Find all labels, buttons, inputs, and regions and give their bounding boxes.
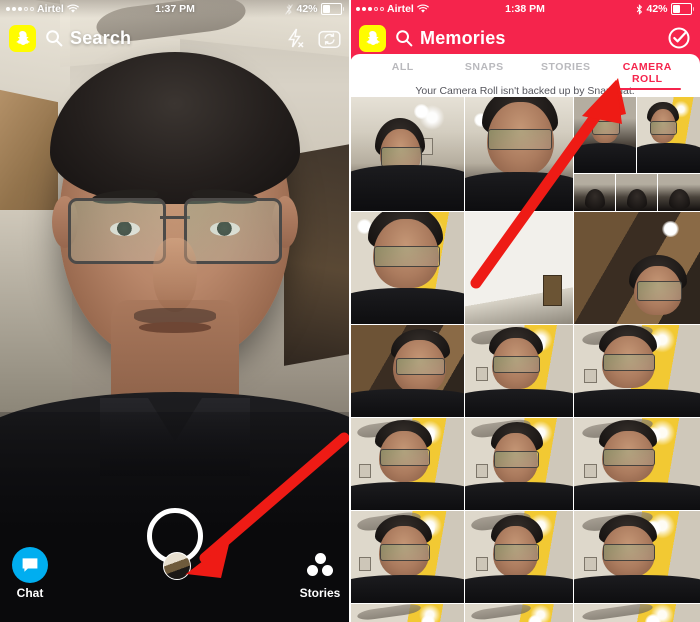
grid-item[interactable] [465,97,573,211]
grid-item[interactable] [616,174,657,211]
photo-thumbnail [574,174,615,211]
ghost-glyph [366,30,380,45]
grid-item[interactable] [658,174,700,211]
memories-app-bar: Memories [350,18,700,58]
photo-thumbnail [574,604,700,622]
grid-item[interactable] [350,418,464,510]
grid-item[interactable] [350,97,464,211]
wall-wood-panel [284,144,350,366]
page-title: Memories [420,27,506,48]
status-bar-time: 1:38 PM [505,3,545,15]
status-bar: Airtel 1:38 PM 42% [350,0,700,18]
camera-controls [286,28,341,49]
check-circle-glyph [668,27,690,49]
photo-thumbnail [465,97,573,211]
grid-item[interactable] [574,325,700,417]
snapchat-ghost-icon[interactable] [9,24,36,52]
grid-item[interactable] [350,604,464,622]
left-phone-panel: Airtel 1:37 PM 42% Search Chat Stories [0,0,350,622]
photo-thumbnail [465,604,573,622]
photo-thumbnail [465,212,573,324]
grid-item[interactable] [574,212,700,324]
camera-flip-icon[interactable] [318,28,341,49]
photo-thumbnail [465,418,573,510]
status-bar-time: 1:37 PM [155,3,195,15]
selfie-nose [153,238,197,312]
grid-item[interactable] [350,511,464,603]
camera-app-bar: Search [0,18,350,58]
snapchat-ghost-icon[interactable] [359,24,386,52]
photo-thumbnail [465,325,573,417]
check-circle-icon[interactable] [667,26,691,50]
photo-thumbnail [658,174,700,211]
right-phone-panel: Airtel 1:38 PM 42% Memories ALL SNAPS ST… [350,0,700,622]
tab-snaps[interactable]: SNAPS [444,61,526,78]
grid-item[interactable] [574,97,636,173]
eyeglass-lens [68,198,166,264]
search-label: Search [70,27,132,48]
photo-thumbnail [637,97,700,173]
grid-item[interactable] [350,325,464,417]
memories-thumbnail-button[interactable] [163,552,191,580]
search-button[interactable]: Search [45,28,131,49]
search-icon [396,30,413,47]
grid-item[interactable] [465,604,573,622]
panel-divider [349,0,351,622]
photo-thumbnail [574,212,700,324]
photo-thumbnail [350,511,464,603]
eyeglass-lens [184,198,282,264]
grid-item[interactable] [574,418,700,510]
grid-item[interactable] [465,418,573,510]
memories-search-button[interactable]: Memories [395,28,506,49]
stories-dots-icon [307,553,333,577]
photo-thumbnail [616,174,657,211]
grid-item[interactable] [465,325,573,417]
search-icon [46,30,63,47]
grid-item[interactable] [350,212,464,324]
photo-thumbnail [574,511,700,603]
stories-label: Stories [299,586,341,600]
status-bar: Airtel 1:37 PM 42% [0,0,350,18]
tab-stories[interactable]: STORIES [525,61,607,78]
grid-item[interactable] [574,511,700,603]
photo-thumbnail [350,212,464,324]
camera-flip-glyph [318,30,341,48]
photo-thumbnail [465,511,573,603]
memories-actions [667,26,691,50]
grid-item[interactable] [574,604,700,622]
photo-thumbnail [574,418,700,510]
chat-bubble-icon [22,557,38,572]
photo-thumbnail [350,97,464,211]
photo-thumbnail [350,604,464,622]
grid-item[interactable] [465,212,573,324]
photo-thumbnail [350,325,464,417]
tab-camera-roll[interactable]: CAMERA ROLL [607,61,689,90]
flash-off-glyph [288,28,304,48]
chat-label: Chat [16,586,44,600]
grid-item[interactable] [574,174,615,211]
grid-item[interactable] [637,97,700,173]
selfie-mouth [139,322,211,333]
stories-button[interactable] [302,547,338,583]
ghost-glyph [16,30,30,45]
photo-thumbnail [350,418,464,510]
photo-thumbnail [574,97,636,173]
photo-thumbnail [574,325,700,417]
memories-sheet: ALL SNAPS STORIES CAMERA ROLL Your Camer… [350,54,700,622]
tab-all[interactable]: ALL [362,61,444,78]
grid-item[interactable] [465,511,573,603]
dual-phone-screenshot: Airtel 1:37 PM 42% Search Chat Stories A… [0,0,700,622]
flash-off-icon[interactable] [286,28,305,49]
memories-tabs: ALL SNAPS STORIES CAMERA ROLL [350,54,700,90]
chat-button[interactable] [12,547,48,583]
